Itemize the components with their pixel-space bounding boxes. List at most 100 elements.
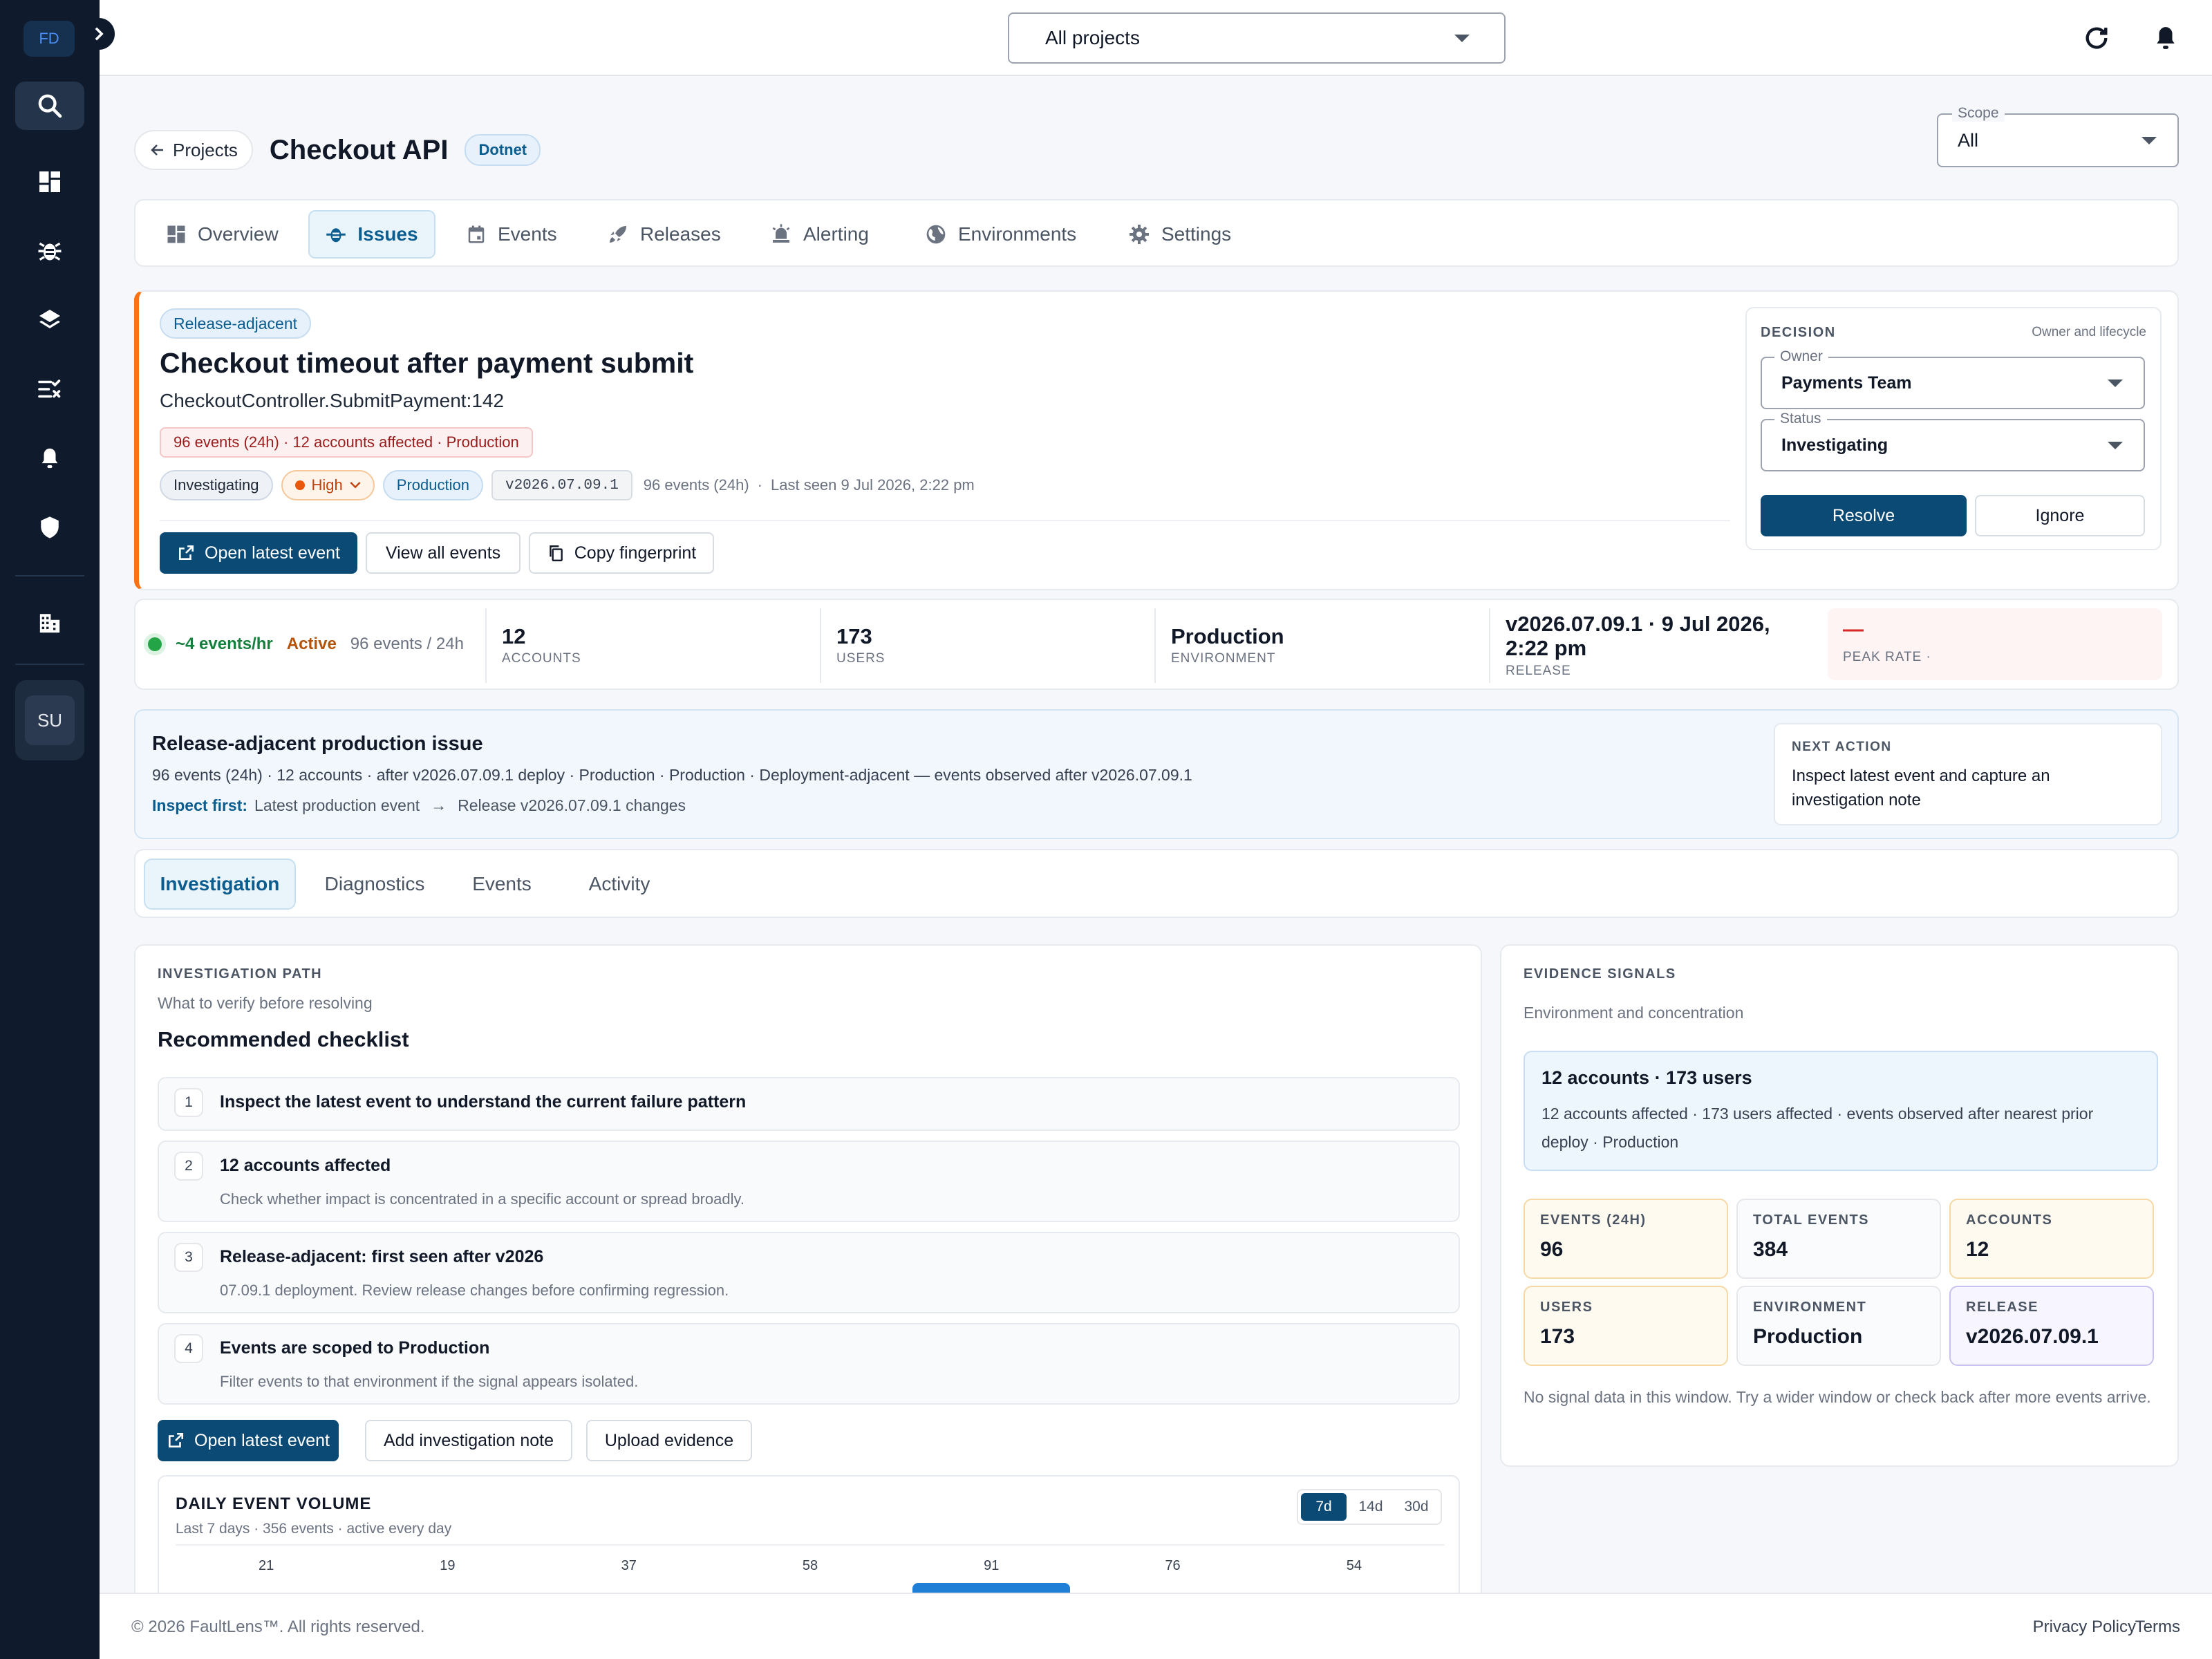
release-tag: v2026.07.09.1 [491,470,632,500]
notifications-bell-icon[interactable] [2150,22,2182,54]
divider [176,1544,1445,1546]
chevron-down-icon [2108,442,2123,449]
owner-value: Payments Team [1781,373,1912,393]
range-toggle: 7d 14d 30d [1297,1489,1442,1525]
environment-label: ENVIRONMENT [1171,651,1276,666]
priority-tag[interactable]: High [281,470,375,500]
summary-detail: 96 events (24h) · 12 accounts · after v2… [152,766,1192,784]
investigation-kicker: INVESTIGATION PATH [158,966,323,982]
users-stat: 173 USERS [820,608,1145,683]
priority-dot-icon [294,480,305,490]
add-investigation-note-button[interactable]: Add investigation note [365,1420,572,1461]
copy-fingerprint-button[interactable]: Copy fingerprint [529,532,714,574]
external-link-icon [179,545,194,560]
building-icon[interactable] [15,599,84,647]
inspect-step-1[interactable]: Latest production event [254,796,420,815]
inspect-step-2[interactable]: Release v2026.07.09.1 changes [458,796,686,815]
issue-header-card: Release-adjacent Checkout timeout after … [134,290,2179,590]
bell-icon[interactable] [15,434,84,482]
privacy-policy-link[interactable]: Privacy Policy [2033,1618,2136,1637]
users-value: 173 [836,624,872,648]
events-24h: 96 events (24h) [643,476,749,494]
owner-select[interactable]: Owner Payments Team [1761,348,2145,409]
terms-link[interactable]: Terms [2135,1618,2180,1637]
dashboard-icon[interactable] [15,158,84,206]
tab-alerting[interactable]: Alerting [770,210,869,259]
shield-icon[interactable] [15,503,84,552]
inspect-first-label: Inspect first: [152,796,248,814]
tab-overview[interactable]: Overview [162,210,283,259]
tab-issues[interactable]: Issues [308,210,435,259]
status-tag[interactable]: Investigating [160,470,273,500]
tab-activity[interactable]: Activity [571,859,668,910]
range-7d-button[interactable]: 7d [1301,1493,1347,1521]
environment-stat: Production ENVIRONMENT [1154,608,1479,683]
search-icon[interactable] [15,82,84,130]
tab-events-label: Events [498,223,557,245]
tab-releases[interactable]: Releases [607,210,721,259]
concentration-highlight: 12 accounts · 173 users 12 accounts affe… [1524,1051,2158,1171]
project-selector[interactable]: All projects [1008,12,1506,64]
stats-strip: ~4 events/hr Active 96 events / 24h 12 A… [134,599,2179,690]
decision-panel: DECISION Owner and lifecycle Owner Payme… [1745,307,2162,550]
checklist-item-title: 12 accounts affected [220,1156,391,1175]
checklist-item-desc: 07.09.1 deployment. Review release chang… [220,1282,729,1299]
range-14d-button[interactable]: 14d [1349,1493,1392,1521]
org-logo[interactable]: FD [24,21,75,57]
tab-investigation[interactable]: Investigation [144,859,296,910]
volume-title: DAILY EVENT VOLUME [176,1494,372,1513]
evidence-kicker: EVIDENCE SIGNALS [1524,966,1676,982]
tab-overview-label: Overview [198,223,279,245]
resolve-button[interactable]: Resolve [1761,495,1967,536]
tab-environments[interactable]: Environments [925,210,1076,259]
alarm-icon [772,224,790,243]
checklist-item[interactable]: 3 Release-adjacent: first seen after v20… [158,1232,1460,1313]
accounts-stat: 12 ACCOUNTS [485,608,810,683]
status-select[interactable]: Status Investigating [1761,411,2145,471]
decision-heading: DECISION [1761,325,1836,340]
open-latest-event-button[interactable]: Open latest event [160,532,357,574]
checklist-item[interactable]: 2 12 accounts affected Check whether imp… [158,1141,1460,1222]
scope-value: All [1958,130,1979,151]
release-tile: RELEASE v2026.07.09.1 [1949,1286,2154,1366]
range-30d-button[interactable]: 30d [1395,1493,1438,1521]
tab-settings[interactable]: Settings [1128,210,1231,259]
layers-icon[interactable] [15,296,84,344]
refresh-icon[interactable] [2081,22,2112,54]
checklist-item[interactable]: 4 Events are scoped to Production Filter… [158,1323,1460,1405]
bar-value-label: 21 [259,1558,274,1573]
checklist-item-desc: Check whether impact is concentrated in … [220,1190,744,1208]
status-label: Status [1774,411,1827,427]
copy-fingerprint-label: Copy fingerprint [574,543,697,563]
bar-value-label: 76 [1165,1558,1181,1573]
evidence-subtitle: Environment and concentration [1524,1004,1744,1022]
tab-releases-label: Releases [640,223,721,245]
footer: © 2026 FaultLens™. All rights reserved. … [100,1593,2212,1659]
sidebar-toggle-button[interactable] [83,18,115,50]
environment-tile: ENVIRONMENT Production [1736,1286,1941,1366]
decision-subheading: Owner and lifecycle [2032,325,2146,339]
back-to-projects-button[interactable]: Projects [134,130,253,170]
bug-icon[interactable] [15,227,84,275]
highlight-title: 12 accounts · 173 users [1541,1067,1752,1088]
checklist-item[interactable]: 1 Inspect the latest event to understand… [158,1077,1460,1131]
checklist-number: 2 [174,1152,203,1181]
tab-diagnostics[interactable]: Diagnostics [312,859,437,910]
checklist-icon[interactable] [15,365,84,413]
upload-evidence-button[interactable]: Upload evidence [586,1420,752,1461]
chevron-down-icon [1454,35,1470,42]
user-avatar[interactable]: SU [15,680,84,760]
tile-label: ENVIRONMENT [1753,1300,1867,1315]
view-all-events-button[interactable]: View all events [366,532,521,574]
open-latest-event-button[interactable]: Open latest event [158,1420,339,1461]
tab-events[interactable]: Events [460,859,543,910]
avatar-initials: SU [25,695,75,745]
ignore-button[interactable]: Ignore [1975,495,2145,536]
peak-rate-value: — [1843,618,1864,641]
evidence-panel: EVIDENCE SIGNALS Environment and concent… [1500,944,2179,1467]
environment-tag: Production [382,470,483,500]
chevron-down-icon [2108,379,2123,387]
chevron-down-icon [350,482,361,489]
tab-events[interactable]: Events [466,210,557,259]
scope-select[interactable]: Scope All [1937,105,2179,167]
